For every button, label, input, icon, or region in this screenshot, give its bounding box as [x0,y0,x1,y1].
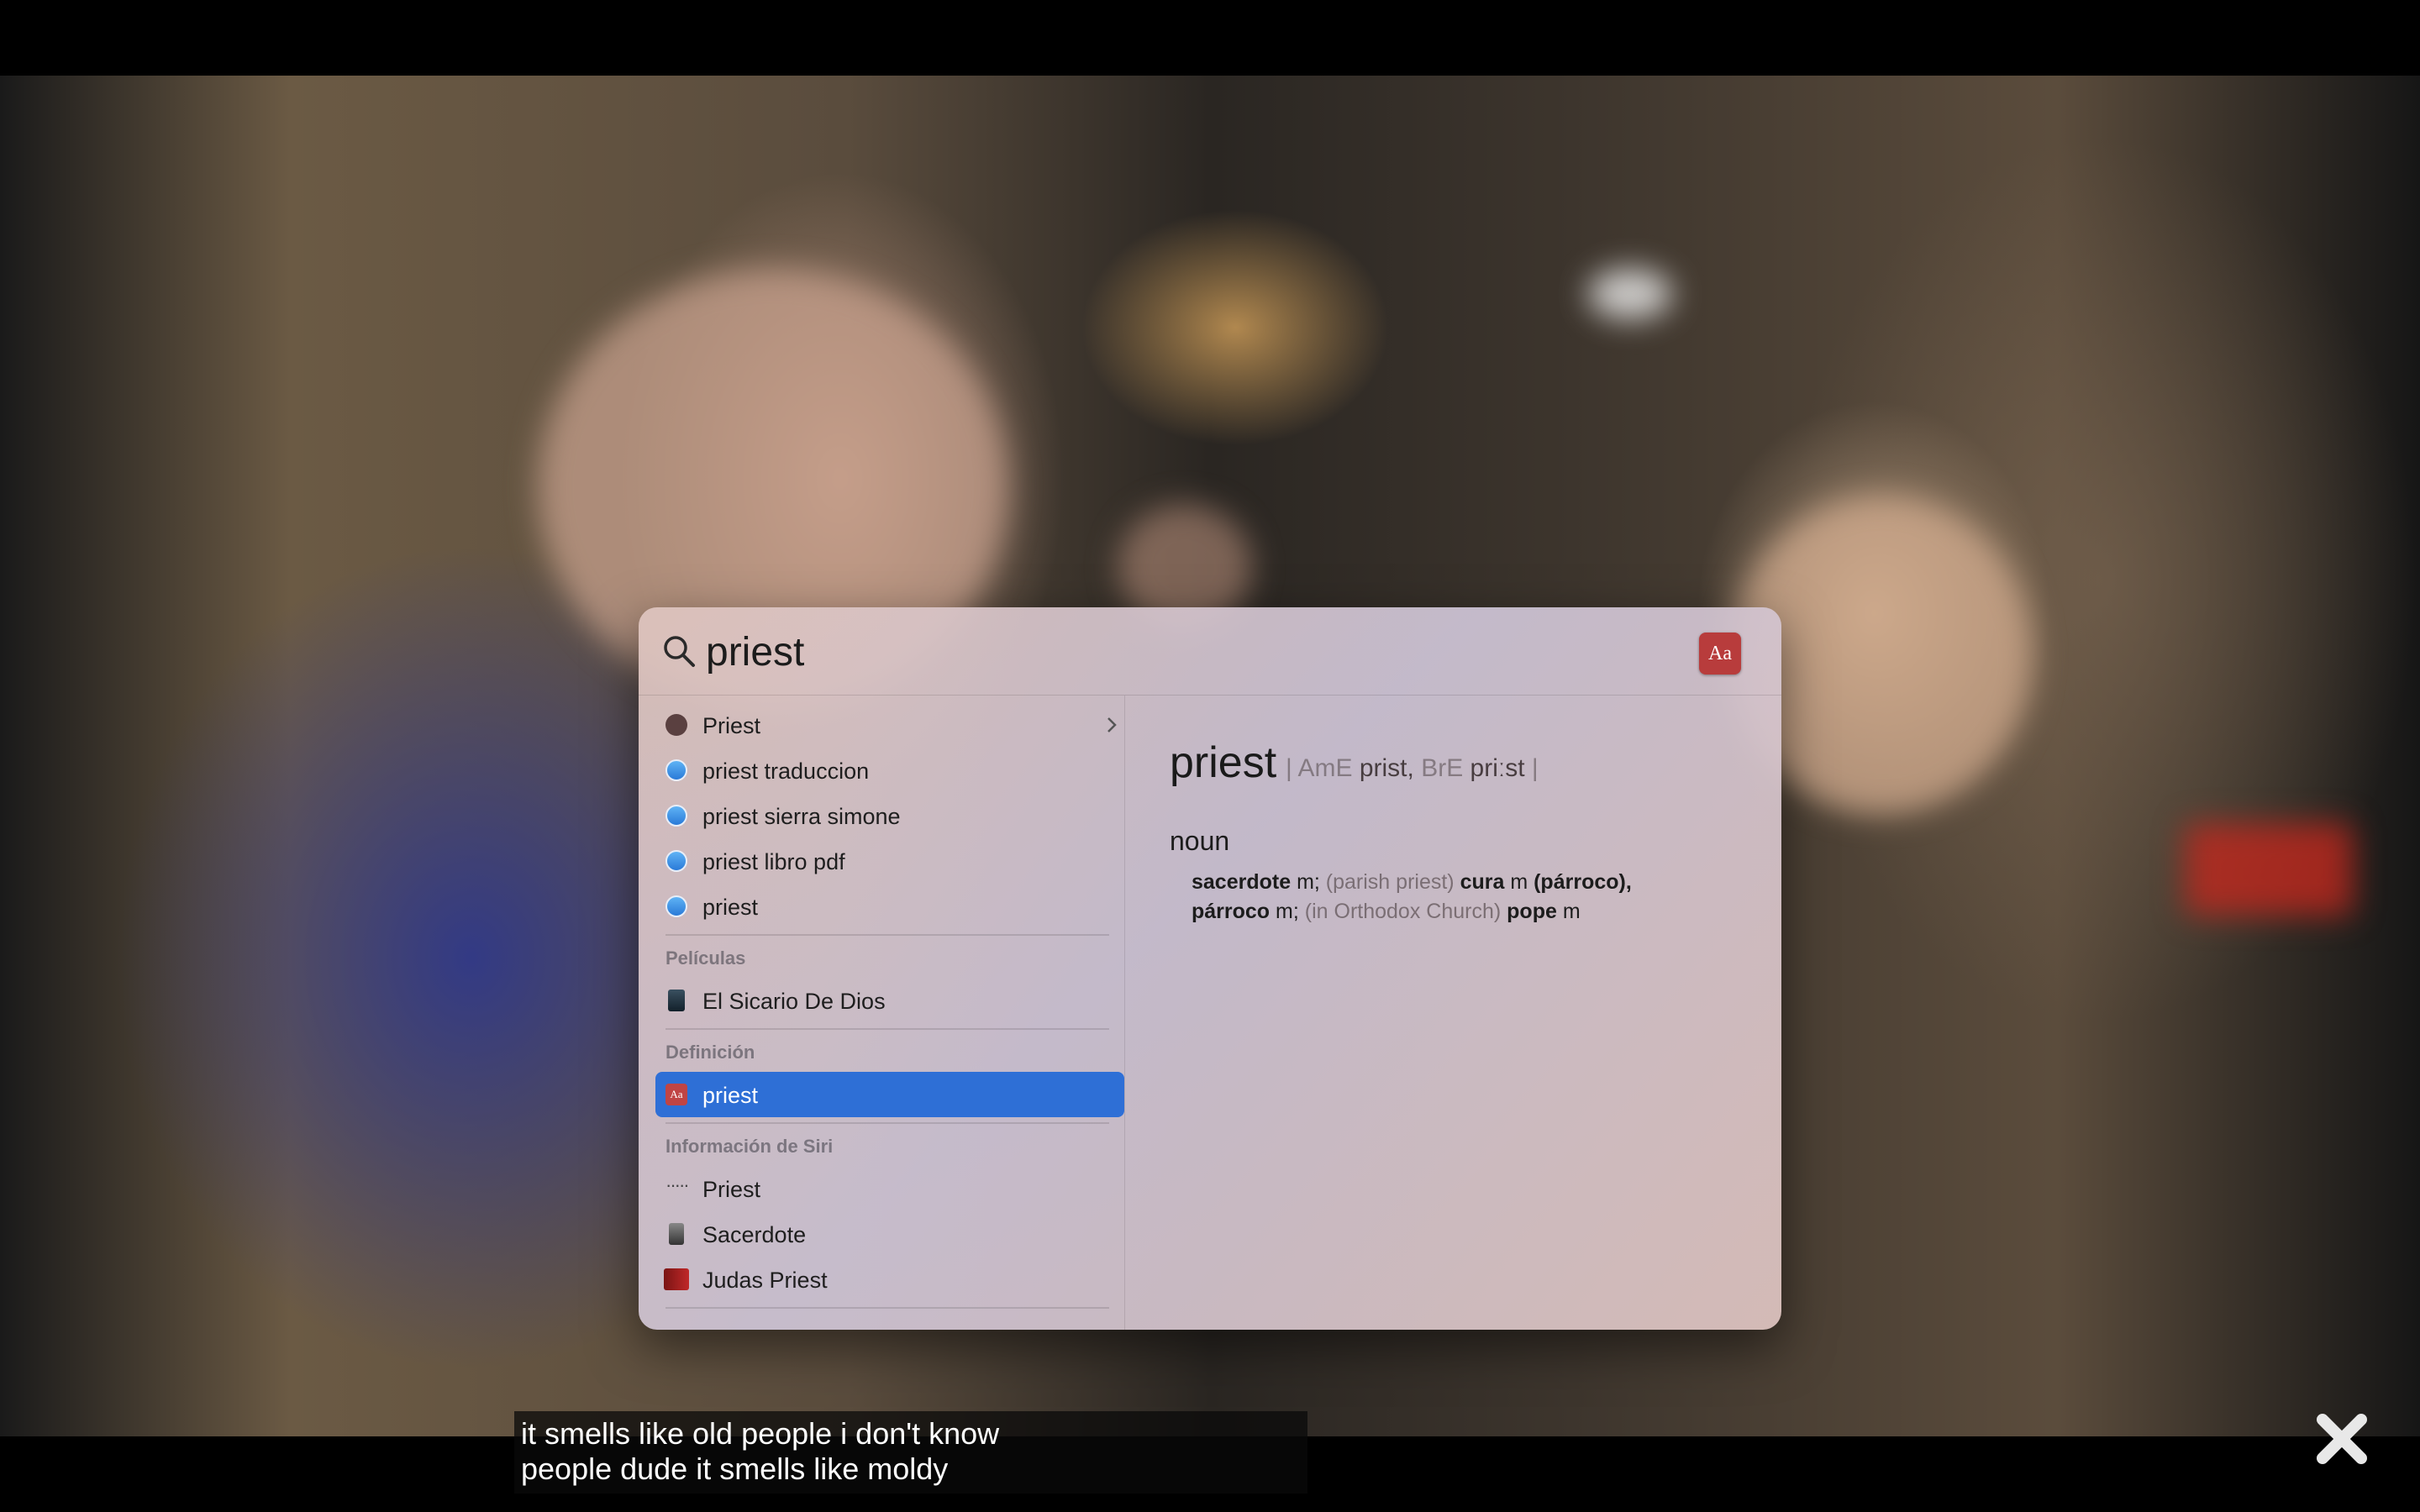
spotlight-window: Aa Priest priest traduccion priest sierr… [639,607,1781,1330]
section-header-siri: Información de Siri [666,1136,834,1157]
result-siri-judas-priest[interactable]: Judas Priest [655,1257,1124,1302]
result-label: priest libro pdf [702,849,845,874]
close-icon[interactable] [2312,1410,2371,1468]
subtitle-line-2: people dude it smells like moldy [521,1452,949,1486]
result-label: Sacerdote [702,1222,807,1247]
result-definition-priest[interactable]: Aa priest [655,1072,1124,1117]
result-label: priest [702,895,759,920]
def-gender: m [1504,870,1534,894]
result-label: priest traduccion [702,759,870,784]
video-subtitle: it smells like old people i don't know p… [514,1411,1307,1494]
result-priest-traduccion[interactable]: priest traduccion [655,748,1124,793]
safari-icon [666,895,687,917]
part-of-speech: noun [1170,826,1230,856]
section-header-movies: Películas [666,948,746,969]
search-input[interactable] [706,622,1630,681]
result-priest-siri[interactable]: Priest [655,702,1124,748]
result-label: Priest [702,713,761,738]
statue-icon [669,1223,684,1245]
result-priest-web[interactable]: priest [655,884,1124,929]
def-term: (párroco), [1534,870,1632,894]
pron-open: | AmE [1286,754,1353,782]
subtitle-line-1: it smells like old people i don't know [521,1416,1000,1451]
dictionary-icon: Aa [666,1084,687,1105]
siri-dots-icon: ····· [666,1174,690,1195]
definition-text: sacerdote m; (parish priest) cura m (pár… [1192,868,1729,927]
result-siri-sacerdote[interactable]: Sacerdote [655,1211,1124,1257]
pron-ame: prist, [1359,754,1414,782]
result-label: priest sierra simone [702,804,901,829]
result-label: priest [702,1083,759,1108]
def-context: (in Orthodox Church) [1304,900,1502,923]
safari-icon [666,759,687,781]
ceiling-light [1588,269,1672,319]
definition-panel: priest | AmE prist, BrE priːst | noun sa… [1126,696,1781,1330]
result-label: El Sicario De Dios [702,989,886,1014]
def-term: cura [1454,870,1505,894]
section-header-definition: Definición [666,1042,755,1063]
def-context: (parish priest) [1325,870,1455,894]
def-term: pope [1501,900,1557,923]
band-icon [664,1268,689,1290]
definition-word: priest [1170,738,1277,787]
result-siri-priest[interactable]: ····· Priest [655,1166,1124,1211]
siri-suggestion-icon [666,714,687,736]
safari-icon [666,850,687,872]
search-bar: Aa [639,607,1781,696]
pron-bre-label: BrE [1421,754,1464,782]
dictionary-app-icon[interactable]: Aa [1699,633,1741,675]
divider [666,1122,1109,1124]
def-gender: m; [1270,900,1305,923]
pron-close: | [1531,754,1539,782]
chevron-right-icon [1107,717,1117,732]
def-gender: m [1556,900,1581,923]
result-priest-libro-pdf[interactable]: priest libro pdf [655,838,1124,884]
result-label: Priest [702,1177,761,1202]
divider [666,1028,1109,1030]
results-list: Priest priest traduccion priest sierra s… [639,696,1125,1330]
def-term: sacerdote [1192,870,1292,894]
result-priest-sierra-simone[interactable]: priest sierra simone [655,793,1124,838]
safari-icon [666,805,687,827]
pronunciation: | AmE prist, BrE priːst | [1286,754,1539,783]
def-term: párroco [1192,900,1270,923]
search-icon [664,636,695,667]
result-el-sicario-de-dios[interactable]: El Sicario De Dios [655,978,1124,1023]
result-label: Judas Priest [702,1268,828,1293]
red-sign [2185,823,2353,916]
divider [666,1307,1109,1309]
divider [666,934,1109,936]
def-gender: m; [1291,870,1326,894]
pron-bre: priːst [1470,754,1525,782]
movie-poster-icon [668,990,685,1011]
